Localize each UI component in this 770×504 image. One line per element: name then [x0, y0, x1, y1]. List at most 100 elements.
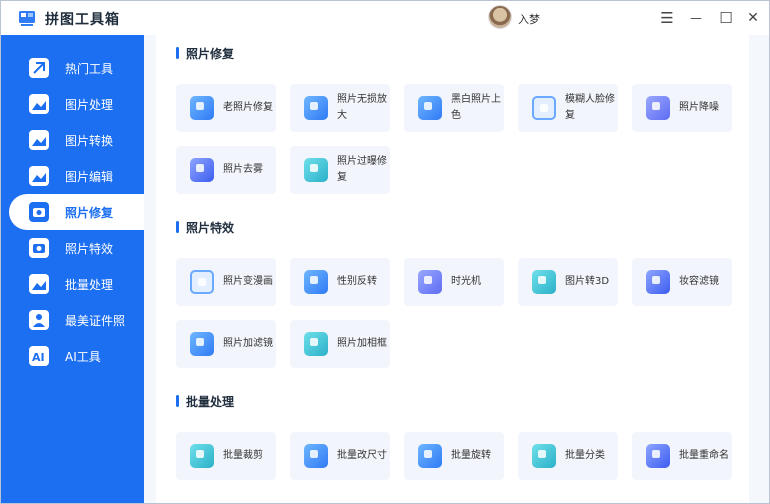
photo-repair-icon: [29, 202, 49, 222]
tool-tile-makeup-filter[interactable]: 妆容滤镜: [632, 258, 732, 306]
section-title-batch: 批量处理: [186, 395, 235, 409]
hourglass-icon: [418, 270, 442, 294]
tool-label: 时光机: [451, 276, 481, 287]
sidebar-item-label: 批量处理: [65, 278, 114, 292]
gender-swap-icon: [304, 270, 328, 294]
section-marker: [176, 47, 179, 59]
section-marker: [176, 221, 179, 233]
sidebar-item-label: 照片特效: [65, 242, 114, 256]
frame-icon: [304, 332, 328, 356]
cartoon-icon: [190, 270, 214, 294]
tool-panel[interactable]: 照片修复 老照片修复 照片无损放大 黑白照片上色 模糊人脸修复 照片降噪 照片去…: [156, 35, 749, 503]
svg-text:AI: AI: [32, 351, 45, 364]
sidebar-item-label: 照片修复: [65, 206, 114, 220]
tool-tile-old-photo-repair[interactable]: 老照片修复: [176, 84, 276, 132]
tool-tile-add-filter[interactable]: 照片加滤镜: [176, 320, 276, 368]
tool-tile-overexposure[interactable]: 照片过曝修复: [290, 146, 390, 194]
sidebar-item-image-edit[interactable]: 图片编辑: [1, 158, 144, 194]
tool-label: 图片转3D: [565, 276, 610, 287]
tool-label: 老照片修复: [223, 102, 273, 113]
tool-label: 照片去雾: [223, 164, 263, 175]
app-title: 拼图工具箱: [45, 12, 120, 28]
sidebar-item-label: 最美证件照: [65, 314, 126, 328]
tool-label: 妆容滤镜: [679, 276, 719, 287]
tool-label: 黑白照片上色: [451, 94, 501, 121]
makeup-filter-icon: [646, 270, 670, 294]
resize-icon: [304, 444, 328, 468]
tool-label: 批量改尺寸: [337, 450, 387, 461]
tool-tile-gender-swap[interactable]: 性别反转: [290, 258, 390, 306]
image-convert-icon: [29, 130, 49, 150]
image-process-icon: [29, 94, 49, 114]
sidebar-item-batch-process[interactable]: 批量处理: [1, 266, 144, 302]
sidebar-item-label: 图片处理: [65, 98, 114, 112]
tool-label: 性别反转: [337, 276, 377, 287]
tool-tile-time-machine[interactable]: 时光机: [404, 258, 504, 306]
tool-tile-colorize[interactable]: 黑白照片上色: [404, 84, 504, 132]
minimize-button[interactable]: —: [685, 7, 707, 29]
tool-tile-add-frame[interactable]: 照片加相框: [290, 320, 390, 368]
tool-label: 照片加滤镜: [223, 338, 273, 349]
tool-tile-to-3d[interactable]: 图片转3D: [518, 258, 618, 306]
classify-icon: [532, 444, 556, 468]
sidebar-item-photo-effects[interactable]: 照片特效: [1, 230, 144, 266]
tool-tile-lossless-upscale[interactable]: 照片无损放大: [290, 84, 390, 132]
tool-label: 批量重命名: [679, 450, 729, 461]
3d-icon: [532, 270, 556, 294]
old-photo-icon: [190, 96, 214, 120]
tool-label: 模糊人脸修复: [565, 94, 615, 121]
tool-tile-batch-resize[interactable]: 批量改尺寸: [290, 432, 390, 480]
sidebar-item-photo-repair[interactable]: 照片修复: [9, 194, 144, 230]
tool-label: 批量旋转: [451, 450, 491, 461]
overexposure-icon: [304, 158, 328, 182]
tool-tile-batch-rotate[interactable]: 批量旋转: [404, 432, 504, 480]
tool-label: 照片变漫画: [223, 276, 273, 287]
tool-tile-batch-crop[interactable]: 批量裁剪: [176, 432, 276, 480]
hot-tools-icon: [29, 58, 49, 78]
tool-label: 照片加相框: [337, 338, 387, 349]
face-restore-icon: [532, 96, 556, 120]
dehaze-icon: [190, 158, 214, 182]
tool-tile-denoise[interactable]: 照片降噪: [632, 84, 732, 132]
sidebar-item-image-convert[interactable]: 图片转换: [1, 122, 144, 158]
tool-label: 批量裁剪: [223, 450, 263, 461]
photo-effects-icon: [29, 238, 49, 258]
sidebar-item-ai-tools[interactable]: AI AI工具: [1, 338, 144, 374]
tool-tile-cartoon[interactable]: 照片变漫画: [176, 258, 276, 306]
sidebar-item-image-process[interactable]: 图片处理: [1, 86, 144, 122]
sidebar-item-label: 图片编辑: [65, 170, 114, 184]
sidebar-item-id-photo[interactable]: 最美证件照: [1, 302, 144, 338]
tool-tile-batch-classify[interactable]: 批量分类: [518, 432, 618, 480]
rotate-icon: [418, 444, 442, 468]
sidebar: 热门工具 图片处理 图片转换 图片编辑 照片修复 照片特效 批量处理 最美证件照…: [1, 35, 144, 503]
upscale-icon: [304, 96, 328, 120]
app-window: 拼图工具箱 入梦 ☰ — ☐ ✕ 热门工具 图片处理 图片转换 图片编辑 照片修…: [0, 0, 770, 504]
denoise-icon: [646, 96, 670, 120]
sidebar-item-hot-tools[interactable]: 热门工具: [1, 50, 144, 86]
sidebar-item-label: 图片转换: [65, 134, 114, 148]
avatar[interactable]: [488, 5, 512, 29]
filter-icon: [190, 332, 214, 356]
close-button[interactable]: ✕: [742, 7, 764, 29]
batch-process-icon: [29, 274, 49, 294]
sidebar-item-label: 热门工具: [65, 62, 114, 76]
tool-label: 照片过曝修复: [337, 156, 387, 183]
menu-icon[interactable]: ☰: [656, 7, 678, 29]
crop-icon: [190, 444, 214, 468]
sidebar-item-label: AI工具: [65, 350, 101, 364]
maximize-button[interactable]: ☐: [715, 7, 737, 29]
tool-tile-dehaze[interactable]: 照片去雾: [176, 146, 276, 194]
tool-label: 照片无损放大: [337, 94, 387, 121]
id-photo-icon: [29, 310, 49, 330]
colorize-icon: [418, 96, 442, 120]
username[interactable]: 入梦: [518, 11, 540, 27]
tool-label: 照片降噪: [679, 102, 719, 113]
tool-tile-face-restore[interactable]: 模糊人脸修复: [518, 84, 618, 132]
tool-tile-batch-rename[interactable]: 批量重命名: [632, 432, 732, 480]
image-edit-icon: [29, 166, 49, 186]
section-title-photo-repair: 照片修复: [186, 47, 235, 61]
titlebar: 拼图工具箱 入梦 ☰ — ☐ ✕: [1, 1, 769, 35]
tool-label: 批量分类: [565, 450, 605, 461]
rename-icon: [646, 444, 670, 468]
ai-tools-icon: AI: [29, 346, 49, 366]
